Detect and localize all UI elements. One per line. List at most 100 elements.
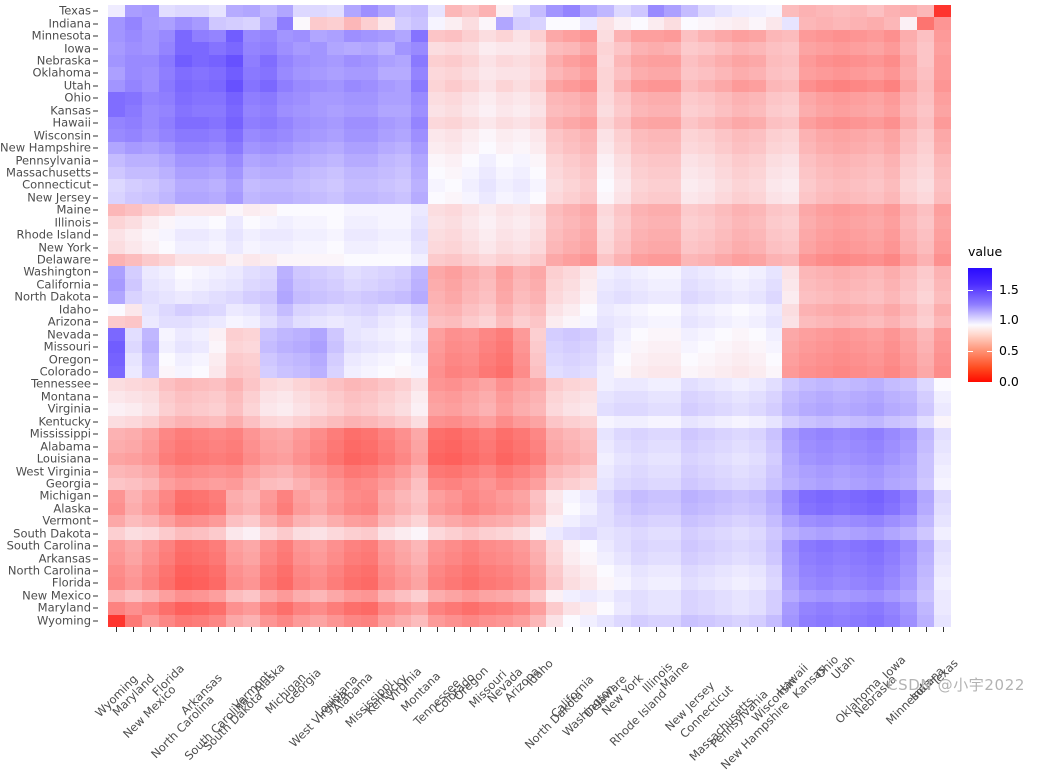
heatmap-cell — [630, 5, 648, 18]
heatmap-cell — [630, 502, 648, 516]
heatmap-cell — [630, 490, 648, 503]
heatmap-cell — [900, 515, 918, 528]
heatmap-cell — [242, 228, 260, 242]
heatmap-cell — [596, 42, 614, 55]
heatmap-cell — [529, 241, 547, 254]
heatmap-cell — [124, 440, 142, 453]
heatmap-cell — [816, 602, 833, 615]
heatmap-cell — [849, 253, 867, 267]
heatmap-cell — [495, 365, 513, 379]
heatmap-cell — [580, 328, 597, 341]
heatmap-cell — [242, 577, 260, 590]
heatmap-cell — [664, 228, 682, 242]
heatmap-cell — [276, 241, 294, 254]
heatmap-cell — [917, 278, 935, 292]
heatmap-cell — [259, 191, 277, 205]
heatmap-cell — [462, 29, 479, 43]
heatmap-cell — [411, 54, 429, 68]
x-axis-tick — [318, 627, 320, 632]
heatmap-cell — [293, 564, 311, 578]
heatmap-cell — [563, 515, 581, 528]
heatmap-cell — [377, 216, 395, 229]
heatmap-cell — [124, 502, 142, 516]
heatmap-cell — [748, 552, 766, 565]
heatmap-cell — [546, 353, 564, 366]
heatmap-cell — [158, 166, 176, 180]
heatmap-cell — [832, 42, 850, 55]
heatmap-cell — [546, 552, 564, 565]
heatmap-cell — [816, 291, 833, 304]
heatmap-cell — [563, 539, 581, 553]
heatmap-cell — [428, 452, 446, 466]
heatmap-cell — [360, 116, 378, 130]
heatmap-cell — [242, 116, 260, 130]
heatmap-cell — [276, 92, 294, 105]
heatmap-cell — [209, 378, 227, 391]
heatmap-cell — [681, 390, 699, 404]
heatmap-cell — [411, 415, 429, 428]
heatmap-cell — [259, 390, 277, 404]
heatmap-cell — [816, 552, 833, 565]
heatmap-cell — [293, 104, 311, 117]
heatmap-cell — [124, 340, 142, 354]
heatmap-cell — [478, 577, 496, 590]
heatmap-cell — [765, 253, 783, 267]
y-axis-tick — [93, 85, 98, 87]
heatmap-cell — [613, 527, 631, 540]
heatmap-cell — [900, 92, 918, 105]
heatmap-cell — [209, 390, 227, 404]
heatmap-cell — [529, 291, 547, 304]
heatmap-cell — [310, 427, 328, 441]
heatmap-cell — [563, 79, 581, 93]
heatmap-cell — [529, 390, 547, 404]
heatmap-cell — [714, 129, 732, 142]
heatmap-cell — [748, 116, 766, 130]
heatmap-cell — [108, 166, 125, 180]
heatmap-cell — [411, 154, 429, 167]
heatmap-cell — [360, 129, 378, 142]
heatmap-cell — [714, 440, 732, 453]
heatmap-cell — [259, 353, 277, 366]
heatmap-cell — [647, 104, 665, 117]
heatmap-cell — [310, 303, 328, 316]
heatmap-cell — [799, 564, 817, 578]
heatmap-cell — [344, 477, 361, 491]
heatmap-cell — [394, 179, 412, 192]
heatmap-cell — [360, 315, 378, 329]
heatmap-cell — [394, 278, 412, 292]
heatmap-cell — [259, 552, 277, 565]
heatmap-cell — [394, 564, 412, 578]
heatmap-cell — [293, 42, 311, 55]
heatmap-cell — [596, 328, 614, 341]
heatmap-cell — [765, 365, 783, 379]
heatmap-cell — [546, 166, 564, 180]
heatmap-cell — [546, 477, 564, 491]
heatmap-cell — [546, 92, 564, 105]
heatmap-cell — [377, 166, 395, 180]
heatmap-cell — [917, 440, 935, 453]
heatmap-cell — [242, 340, 260, 354]
heatmap-cell — [462, 228, 479, 242]
heatmap-cell — [175, 328, 193, 341]
heatmap-cell — [563, 390, 581, 404]
heatmap-cell — [698, 452, 715, 466]
heatmap-cell — [344, 67, 361, 80]
heatmap-cell — [462, 502, 479, 516]
heatmap-cell — [613, 228, 631, 242]
heatmap-cell — [428, 141, 446, 155]
heatmap-cell — [765, 278, 783, 292]
heatmap-cell — [782, 502, 800, 516]
heatmap-cell — [411, 502, 429, 516]
heatmap-cell — [714, 315, 732, 329]
heatmap-cell — [478, 54, 496, 68]
heatmap-cell — [580, 266, 597, 279]
heatmap-cell — [108, 241, 125, 254]
heatmap-cell — [141, 291, 159, 304]
heatmap-cell — [917, 141, 935, 155]
heatmap-cell — [883, 266, 901, 279]
heatmap-cell — [698, 67, 715, 80]
heatmap-cell — [849, 378, 867, 391]
heatmap-cell — [512, 427, 530, 441]
heatmap-cell — [731, 141, 749, 155]
heatmap-cell — [209, 116, 227, 130]
